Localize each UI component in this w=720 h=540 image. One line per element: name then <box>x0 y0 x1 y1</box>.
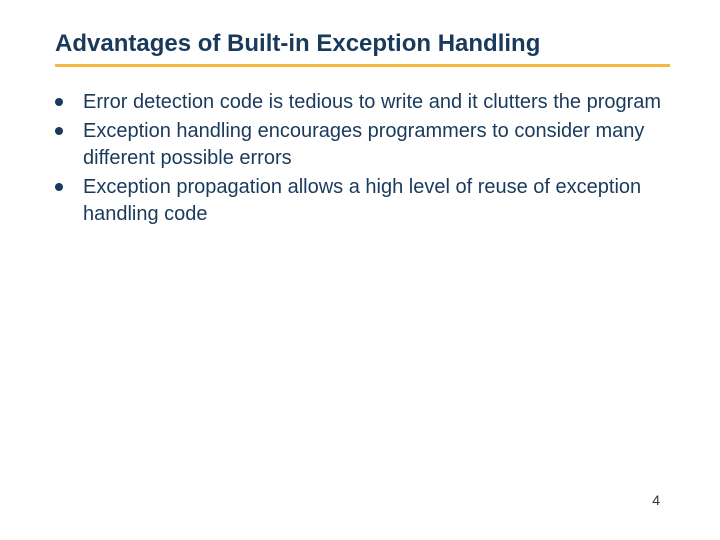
bullet-icon <box>55 127 63 135</box>
page-number: 4 <box>652 492 660 508</box>
slide-container: Advantages of Built-in Exception Handlin… <box>0 0 720 540</box>
bullet-icon <box>55 183 63 191</box>
list-item: Exception handling encourages programmer… <box>55 118 680 172</box>
bullet-text: Exception handling encourages programmer… <box>83 118 680 172</box>
list-item: Exception propagation allows a high leve… <box>55 174 680 228</box>
slide-title: Advantages of Built-in Exception Handlin… <box>55 30 680 58</box>
slide-content: Error detection code is tedious to write… <box>55 89 680 228</box>
list-item: Error detection code is tedious to write… <box>55 89 680 116</box>
title-divider <box>55 64 670 67</box>
bullet-icon <box>55 98 63 106</box>
bullet-list: Error detection code is tedious to write… <box>55 89 680 228</box>
bullet-text: Exception propagation allows a high leve… <box>83 174 680 228</box>
bullet-text: Error detection code is tedious to write… <box>83 89 680 116</box>
